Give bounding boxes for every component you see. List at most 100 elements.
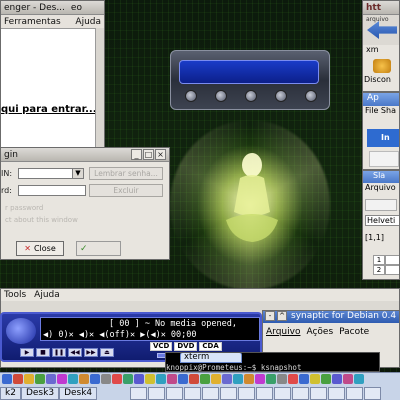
minimize-button[interactable]: _	[131, 149, 142, 160]
maximize-button[interactable]: □	[143, 149, 154, 160]
task-button[interactable]	[220, 387, 237, 400]
launcher-icon[interactable]	[332, 374, 342, 384]
launcher-icon[interactable]	[255, 374, 265, 384]
launcher-icon[interactable]	[343, 374, 353, 384]
launcher-icon[interactable]	[266, 374, 276, 384]
knob-icon[interactable]	[305, 90, 317, 102]
launcher-icon[interactable]	[35, 374, 45, 384]
vcd-badge[interactable]: VCD	[150, 342, 173, 351]
ok-button[interactable]: ✓	[76, 241, 121, 256]
task-button[interactable]	[238, 387, 255, 400]
menu-tools[interactable]: Tools	[4, 290, 26, 300]
launcher-icon[interactable]	[2, 374, 12, 384]
launcher-icon[interactable]	[101, 374, 111, 384]
password-field[interactable]	[18, 185, 86, 196]
menu-actions[interactable]: Ações	[306, 327, 333, 339]
launcher-icon[interactable]	[13, 374, 23, 384]
launcher-icon[interactable]	[57, 374, 67, 384]
launcher-icon[interactable]	[123, 374, 133, 384]
stop-icon[interactable]: ■	[36, 348, 50, 357]
launcher-icon[interactable]	[90, 374, 100, 384]
toolbar-buttons[interactable]	[365, 199, 397, 211]
browser-title[interactable]: htt	[363, 1, 399, 15]
xterm-tab[interactable]: xterm	[180, 353, 242, 363]
task-button[interactable]	[274, 387, 291, 400]
menu-package[interactable]: Pacote	[339, 327, 369, 339]
spreadsheet-menu[interactable]: Arquivo	[363, 183, 399, 192]
knob-icon[interactable]	[245, 90, 257, 102]
launcher-icon[interactable]	[189, 374, 199, 384]
knob-icon[interactable]	[215, 90, 227, 102]
previous-icon[interactable]: ◀◀	[68, 348, 82, 357]
task-button[interactable]	[292, 387, 309, 400]
knob-icon[interactable]	[275, 90, 287, 102]
launcher-icon[interactable]	[310, 374, 320, 384]
play-icon[interactable]: ▶	[20, 348, 34, 357]
task-button[interactable]	[148, 387, 165, 400]
apps-menubar[interactable]: File Sha	[363, 106, 399, 115]
desk-2-button[interactable]: k2	[0, 387, 21, 400]
pause-icon[interactable]: ❚❚	[52, 348, 66, 357]
sign-in-link[interactable]: qui para entrar...	[1, 104, 97, 115]
cda-badge[interactable]: CDA	[199, 342, 222, 351]
launcher-icon[interactable]	[200, 374, 210, 384]
font-selector[interactable]: Helveti	[365, 215, 399, 226]
task-button[interactable]	[130, 387, 147, 400]
disconnect-label[interactable]: Discon	[364, 75, 391, 84]
terminal-prompt[interactable]: knoppix@Prometeus:~$ ksnapshot	[166, 363, 301, 371]
launcher-icon[interactable]	[79, 374, 89, 384]
menu-help[interactable]: Ajuda	[34, 290, 60, 300]
remember-password-button[interactable]: Lembrar senha...	[89, 167, 163, 180]
launcher-icon[interactable]	[222, 374, 232, 384]
task-button[interactable]	[310, 387, 327, 400]
spreadsheet-cell[interactable]	[385, 255, 399, 265]
xterm-window[interactable]: xterm knoppix@Prometeus:~$ ksnapshot	[165, 352, 380, 372]
task-button[interactable]	[202, 387, 219, 400]
delete-button[interactable]: Excluir	[89, 184, 163, 197]
launcher-icon[interactable]	[178, 374, 188, 384]
close-button[interactable]: ×	[155, 149, 166, 160]
launcher-icon[interactable]	[233, 374, 243, 384]
knob-icon[interactable]	[185, 90, 197, 102]
launcher-icon[interactable]	[145, 374, 155, 384]
window-menu-button[interactable]: -	[265, 311, 275, 321]
task-button[interactable]	[166, 387, 183, 400]
launcher-icon[interactable]	[156, 374, 166, 384]
menu-file[interactable]: Arquivo	[266, 327, 300, 339]
apps-title[interactable]: Ap	[363, 93, 399, 106]
next-icon[interactable]: ▶▶	[84, 348, 98, 357]
dvd-badge[interactable]: DVD	[174, 342, 198, 351]
task-button[interactable]	[328, 387, 345, 400]
desk-4-button[interactable]: Desk4	[59, 387, 98, 400]
disconnect-icon[interactable]	[373, 59, 391, 73]
launcher-icon[interactable]	[112, 374, 122, 384]
launcher-icon[interactable]	[167, 374, 177, 384]
media-player-skin[interactable]	[170, 50, 330, 110]
eject-icon[interactable]: ⏏	[100, 348, 114, 357]
spreadsheet-cell[interactable]	[385, 265, 399, 275]
desk-3-button[interactable]: Desk3	[20, 387, 60, 400]
user-combo[interactable]: ▼	[18, 168, 84, 179]
info-button[interactable]: In	[367, 129, 399, 147]
login-titlebar[interactable]: gin _ □ ×	[1, 148, 169, 162]
launcher-icon[interactable]	[68, 374, 78, 384]
task-button[interactable]	[364, 387, 381, 400]
launcher-icon[interactable]	[244, 374, 254, 384]
vertical-scrollbar[interactable]	[95, 28, 104, 149]
messenger-titlebar[interactable]: enger - Des... eo	[1, 1, 104, 15]
shade-button[interactable]: ^	[277, 311, 287, 321]
menu-help[interactable]: Ajuda	[75, 17, 101, 27]
launcher-icon[interactable]	[211, 374, 221, 384]
launcher-icon[interactable]	[277, 374, 287, 384]
launcher-icon[interactable]	[134, 374, 144, 384]
task-button[interactable]	[256, 387, 273, 400]
close-dialog-button[interactable]: ✕ Close	[16, 241, 64, 256]
menu-tools[interactable]: Ferramentas	[4, 17, 61, 27]
browser-tab[interactable]: xm	[363, 45, 399, 56]
launcher-icon[interactable]	[354, 374, 364, 384]
launcher-icon[interactable]	[288, 374, 298, 384]
launcher-icon[interactable]	[299, 374, 309, 384]
chevron-down-icon[interactable]: ▼	[72, 169, 83, 178]
launcher-icon[interactable]	[24, 374, 34, 384]
task-button[interactable]	[346, 387, 363, 400]
